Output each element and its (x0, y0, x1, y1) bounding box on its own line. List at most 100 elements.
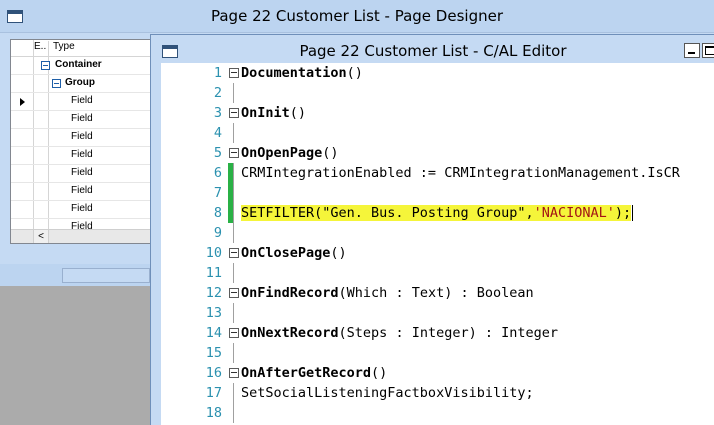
code-line[interactable]: 14 OnNextRecord(Steps : Integer) : Intege… (161, 323, 714, 343)
trigger-signature: () (371, 365, 388, 381)
row-enabled-cell[interactable] (34, 165, 49, 182)
fold-guide-line (233, 383, 234, 403)
cal-editor-titlebar[interactable]: Page 22 Customer List - C/AL Editor (151, 35, 714, 63)
collapse-icon[interactable] (229, 148, 239, 158)
current-row-arrow-icon (20, 98, 25, 106)
row-enabled-cell[interactable] (34, 147, 49, 164)
code-text[interactable]: Documentation() (241, 63, 363, 83)
cal-editor-window[interactable]: Page 22 Customer List - C/AL Editor 1 Doc… (150, 34, 714, 425)
code-text[interactable]: OnInit() (241, 103, 306, 123)
row-selector[interactable] (11, 57, 34, 74)
page-designer-grid[interactable]: E.. Type Container Group Field Field Field Fi… (10, 39, 157, 244)
trigger-name: OnNextRecord (241, 325, 339, 341)
collapse-icon[interactable] (229, 328, 239, 338)
code-line[interactable]: 17 SetSocialListeningFactboxVisibility; (161, 383, 714, 403)
code-line[interactable]: 13 (161, 303, 714, 323)
collapse-icon[interactable] (229, 108, 239, 118)
code-text[interactable]: SETFILTER("Gen. Bus. Posting Group",'NAC… (241, 203, 634, 223)
trigger-name: OnAfterGetRecord (241, 365, 372, 381)
code-line[interactable]: 8 SETFILTER("Gen. Bus. Posting Group",'NA… (161, 203, 714, 223)
code-text[interactable]: OnAfterGetRecord() (241, 363, 387, 383)
row-type-label: Field (71, 167, 93, 178)
row-selector[interactable] (11, 93, 34, 110)
grid-row[interactable]: Field (11, 183, 156, 201)
code-line[interactable]: 5 OnOpenPage() (161, 143, 714, 163)
code-line[interactable]: 2 (161, 83, 714, 103)
code-line[interactable]: 3 OnInit() (161, 103, 714, 123)
trigger-name: OnClosePage (241, 245, 331, 261)
page-designer-title: Page 22 Customer List - Page Designer (210, 7, 503, 25)
code-line[interactable]: 7 (161, 183, 714, 203)
row-selector[interactable] (11, 111, 34, 128)
grid-header-type[interactable]: Type (53, 41, 75, 52)
fold-guide-line (233, 263, 234, 283)
grid-row[interactable]: Field (11, 129, 156, 147)
row-type-label: Field (71, 149, 93, 160)
fold-guide-line (233, 123, 234, 143)
row-enabled-cell[interactable] (34, 93, 49, 110)
line-number: 12 (205, 285, 222, 301)
collapse-icon[interactable] (229, 68, 239, 78)
minimize-button[interactable] (684, 43, 700, 58)
collapse-icon[interactable] (229, 368, 239, 378)
line-number: 14 (205, 325, 222, 341)
grid-row[interactable]: Field (11, 165, 156, 183)
string-literal: 'NACIONAL' (533, 205, 615, 221)
code-line[interactable]: 1 Documentation() (161, 63, 714, 83)
grid-header-enabled[interactable]: E.. (34, 41, 49, 56)
fold-guide-line (233, 163, 234, 183)
line-number: 3 (213, 105, 222, 121)
code-line[interactable]: 16 OnAfterGetRecord() (161, 363, 714, 383)
code-text[interactable]: OnNextRecord(Steps : Integer) : Integer (241, 323, 558, 343)
line-number: 9 (213, 225, 222, 241)
trigger-name: Documentation (241, 65, 347, 81)
code-line[interactable]: 10 OnClosePage() (161, 243, 714, 263)
code-line[interactable]: 15 (161, 343, 714, 363)
row-selector[interactable] (11, 129, 34, 146)
grid-horizontal-scrollbar[interactable]: < (11, 229, 156, 243)
code-line[interactable]: 6 CRMIntegrationEnabled := CRMIntegration… (161, 163, 714, 183)
code-text[interactable]: OnOpenPage() (241, 143, 339, 163)
row-enabled-cell[interactable] (34, 201, 49, 218)
row-selector[interactable] (11, 75, 34, 92)
collapse-icon[interactable] (41, 61, 50, 70)
grid-row[interactable]: Field (11, 111, 156, 129)
code-text[interactable]: OnClosePage() (241, 243, 347, 263)
collapse-icon[interactable] (52, 79, 61, 88)
row-selector[interactable] (11, 147, 34, 164)
code-line[interactable]: 12 OnFindRecord(Which : Text) : Boolean (161, 283, 714, 303)
fold-guide-line (233, 83, 234, 103)
grid-row[interactable]: Field (11, 93, 156, 111)
code-line[interactable]: 4 (161, 123, 714, 143)
row-enabled-cell[interactable] (34, 129, 49, 146)
maximize-button[interactable] (702, 43, 714, 58)
statement-end: ); (614, 205, 632, 221)
line-number: 2 (213, 85, 222, 101)
grid-header: E.. Type (11, 40, 156, 57)
row-enabled-cell[interactable] (34, 183, 49, 200)
row-selector[interactable] (11, 165, 34, 182)
code-text[interactable]: OnFindRecord(Which : Text) : Boolean (241, 283, 534, 303)
grid-row[interactable]: Field (11, 201, 156, 219)
grid-row[interactable]: Group (11, 75, 156, 93)
row-selector[interactable] (11, 201, 34, 218)
row-enabled-cell[interactable] (34, 75, 49, 92)
collapse-icon[interactable] (229, 288, 239, 298)
line-number: 15 (205, 345, 222, 361)
line-number: 11 (205, 265, 222, 281)
code-editor[interactable]: 1 Documentation() 2 3 OnInit() 4 5 OnOpenPage()… (161, 63, 714, 425)
collapse-icon[interactable] (229, 248, 239, 258)
grid-row[interactable]: Field (11, 147, 156, 165)
code-line[interactable]: 9 (161, 223, 714, 243)
page-designer-titlebar[interactable]: Page 22 Customer List - Page Designer (0, 0, 714, 33)
code-text[interactable]: SetSocialListeningFactboxVisibility; (241, 383, 534, 403)
row-type-label: Container (55, 59, 102, 70)
code-line[interactable]: 11 (161, 263, 714, 283)
row-enabled-cell[interactable] (34, 111, 49, 128)
row-selector[interactable] (11, 183, 34, 200)
grid-row[interactable]: Container (11, 57, 156, 75)
line-number: 6 (213, 165, 222, 181)
code-text[interactable]: CRMIntegrationEnabled := CRMIntegrationM… (241, 163, 680, 183)
scroll-left-button[interactable]: < (33, 230, 49, 243)
code-line[interactable]: 18 (161, 403, 714, 423)
